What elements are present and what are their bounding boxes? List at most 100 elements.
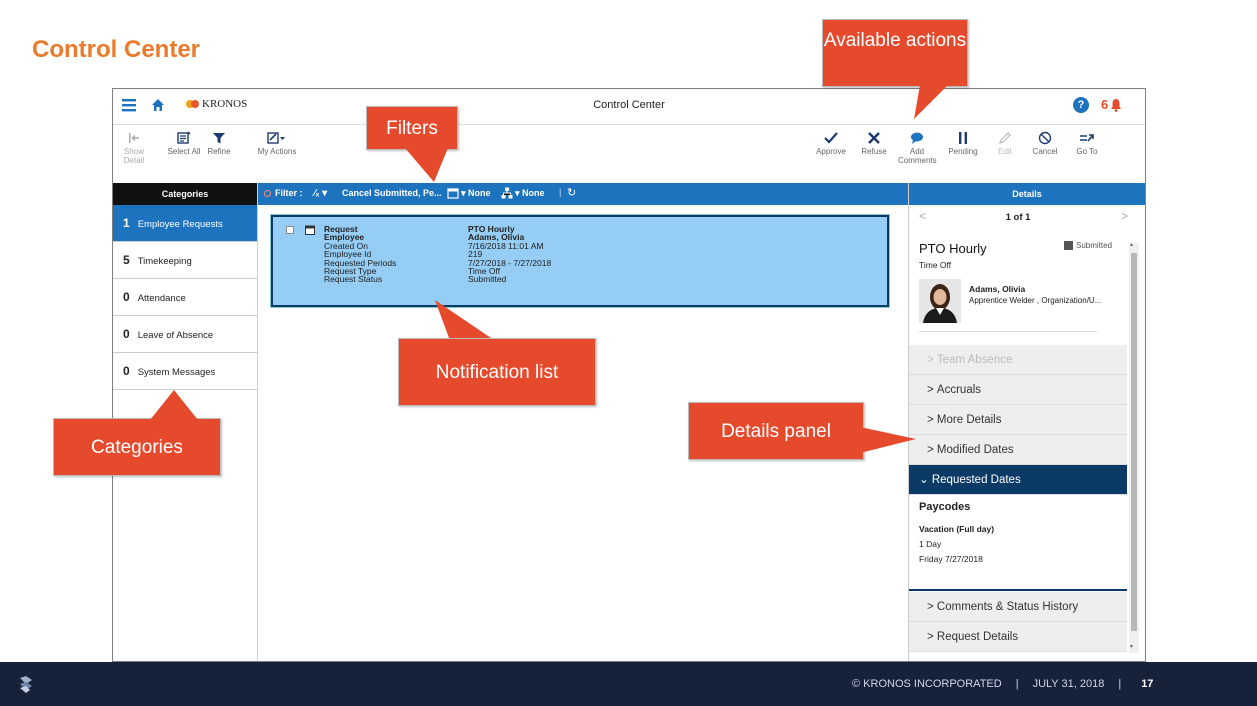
edit-button[interactable]: Edit — [989, 131, 1021, 156]
callout-notification-list: Notification list — [398, 338, 596, 406]
kronos-footer-logo-icon — [20, 676, 32, 693]
approve-button[interactable]: Approve — [813, 131, 849, 156]
app-window: KRONOS Control Center ? 6 Show Detail Se… — [112, 88, 1146, 662]
category-timekeeping[interactable]: 5 Timekeeping — [113, 242, 257, 279]
notification-list-item[interactable]: Request Employee Created On Employee Id … — [270, 214, 890, 308]
section-more-details[interactable]: > More Details — [909, 405, 1127, 435]
details-title: PTO Hourly — [919, 241, 987, 256]
org-filter-dropdown[interactable]: ▾ None — [515, 188, 545, 199]
scrollbar-thumb[interactable] — [1131, 253, 1137, 631]
section-comments-status-history[interactable]: > Comments & Status History — [909, 592, 1127, 622]
categories-header: Categories — [113, 183, 257, 205]
callout-filters-pointer — [405, 148, 448, 182]
add-comments-button[interactable]: Add Comments — [898, 131, 937, 165]
slide-footer: © KRONOS INCORPORATED | JULY 31, 2018 | … — [0, 662, 1257, 706]
category-employee-requests[interactable]: 1 Employee Requests — [113, 205, 257, 242]
calendar-filter-icon[interactable] — [447, 187, 459, 201]
divider — [919, 331, 1097, 332]
scroll-up-icon[interactable]: ▴ — [1130, 241, 1133, 248]
paycode-amount: 1 Day — [919, 539, 942, 549]
category-count: 0 — [123, 327, 130, 341]
details-subtitle: Time Off — [919, 260, 952, 270]
details-header: Details — [909, 183, 1145, 205]
filter-label: Filter : — [275, 188, 303, 198]
employee-role: Apprentice Welder , Organization/U... — [969, 296, 1102, 305]
category-attendance[interactable]: 0 Attendance — [113, 279, 257, 316]
cancel-button[interactable]: Cancel — [1027, 131, 1063, 156]
category-count: 0 — [123, 290, 130, 304]
field-value: 7/16/2018 11:01 AM — [468, 240, 544, 251]
my-actions-button[interactable]: My Actions — [257, 131, 297, 156]
category-label: Leave of Absence — [137, 330, 214, 341]
category-label: Employee Requests — [137, 219, 223, 230]
callout-notification-pointer — [435, 300, 491, 338]
refresh-icon[interactable]: ↻ — [567, 186, 576, 199]
app-title: Control Center — [593, 99, 665, 111]
submitted-icon — [1064, 241, 1073, 250]
footer-text: © KRONOS INCORPORATED | JULY 31, 2018 | … — [852, 678, 1153, 690]
section-request-details[interactable]: > Request Details — [909, 622, 1127, 652]
calendar-icon — [305, 225, 315, 236]
refine-icon — [213, 133, 225, 144]
filter-divider: | — [559, 187, 562, 197]
callout-categories-pointer — [150, 390, 198, 420]
notification-labels: Request Employee Created On Employee Id … — [324, 225, 464, 284]
category-count: 5 — [123, 253, 130, 267]
section-modified-dates[interactable]: > Modified Dates — [909, 435, 1127, 465]
category-label: System Messages — [137, 367, 216, 378]
show-detail-button[interactable]: Show Detail — [117, 131, 151, 165]
notification-values: PTO Hourly Adams, Olivia 7/16/2018 11:01… — [468, 225, 668, 284]
details-scrollbar[interactable]: ▴ ▾ — [1129, 241, 1139, 653]
section-requested-dates[interactable]: ⌄ Requested Dates — [909, 465, 1127, 495]
section-team-absence[interactable]: > Team Absence — [909, 345, 1127, 375]
employee-name: Adams, Olivia — [969, 284, 1026, 294]
paycode-name: Vacation (Full day) — [919, 524, 995, 534]
refine-button[interactable]: Refine — [205, 131, 233, 156]
date-filter-value: None — [468, 188, 491, 198]
filter-indicator-icon — [264, 190, 271, 197]
notification-count: 6 — [1101, 97, 1109, 112]
notification-bell[interactable]: 6 — [1101, 97, 1122, 112]
paycodes-title: Paycodes — [919, 501, 971, 513]
check-icon — [824, 132, 838, 144]
go-to-button[interactable]: Go To — [1069, 131, 1105, 156]
filter-bar: Filter : ⁄ₓ ▾ Cancel Submitted, Pe... ▾ … — [258, 183, 908, 205]
section-accruals[interactable]: > Accruals — [909, 375, 1127, 405]
pause-icon — [959, 132, 967, 144]
my-actions-icon — [267, 132, 285, 144]
status-filter-icon[interactable]: ⁄ₓ ▾ — [314, 188, 327, 199]
select-all-button[interactable]: Select All — [167, 131, 201, 156]
chevron-down-icon: ⌄ — [919, 474, 929, 486]
footer-copyright: © KRONOS INCORPORATED — [852, 678, 1002, 690]
callout-filters: Filters — [366, 106, 458, 150]
select-checkbox[interactable] — [286, 226, 294, 234]
pencil-icon — [999, 132, 1011, 144]
footer-divider: | — [1118, 678, 1122, 690]
status-filter-value[interactable]: Cancel Submitted, Pe... — [342, 188, 442, 198]
cancel-icon — [1038, 131, 1052, 145]
scroll-down-icon[interactable]: ▾ — [1130, 643, 1133, 650]
callout-details-pointer — [860, 427, 916, 453]
help-icon[interactable]: ? — [1073, 97, 1089, 113]
category-leave-of-absence[interactable]: 0 Leave of Absence — [113, 316, 257, 353]
date-filter-dropdown[interactable]: ▾ None — [461, 188, 491, 199]
category-count: 0 — [123, 364, 130, 378]
next-icon[interactable]: > — [1121, 209, 1128, 223]
paycode-date: Friday 7/27/2018 — [919, 554, 983, 564]
org-filter-value: None — [522, 188, 545, 198]
pending-button[interactable]: Pending — [945, 131, 981, 156]
details-pager: 1 of 1 — [1005, 212, 1031, 223]
comment-icon — [911, 132, 923, 144]
category-label: Attendance — [137, 293, 186, 304]
callout-actions-pointer — [914, 85, 948, 119]
show-detail-icon — [129, 133, 139, 143]
category-system-messages[interactable]: 0 System Messages — [113, 353, 257, 390]
footer-date: JULY 31, 2018 — [1032, 678, 1105, 690]
category-count: 1 — [123, 216, 130, 230]
goto-icon — [1080, 134, 1094, 142]
callout-details-panel: Details panel — [688, 402, 864, 460]
callout-categories: Categories — [53, 418, 221, 476]
field-label: Request Status — [324, 274, 383, 285]
org-filter-icon[interactable] — [501, 187, 513, 201]
refuse-button[interactable]: Refuse — [856, 131, 892, 156]
